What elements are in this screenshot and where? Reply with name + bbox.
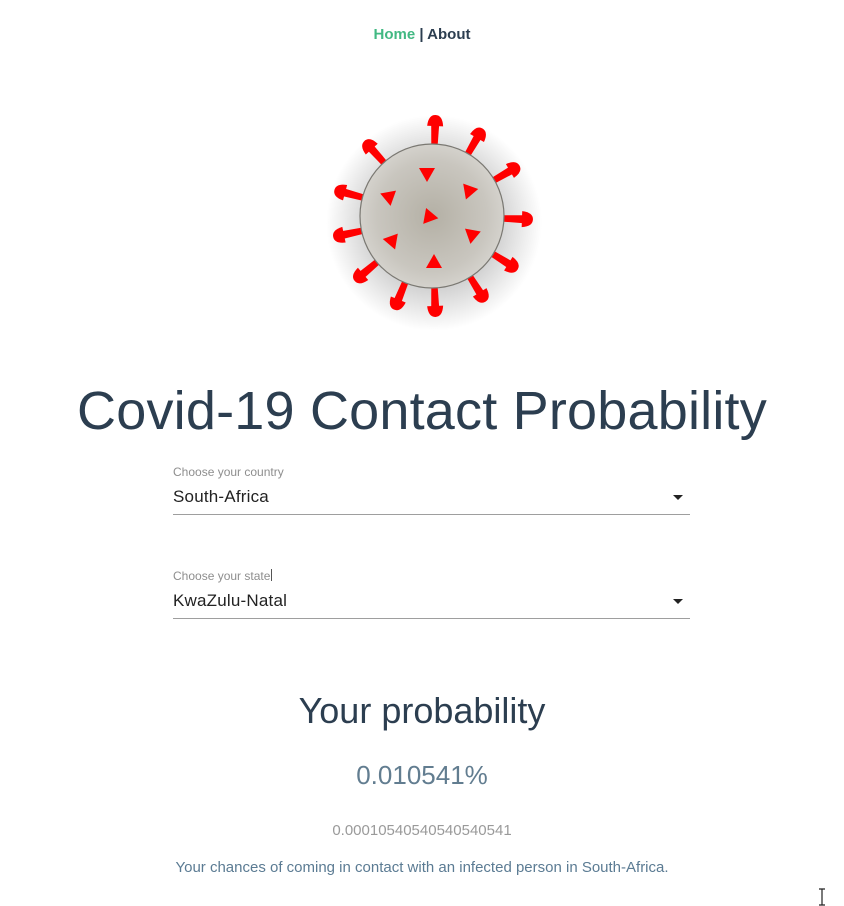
nav-separator: | — [419, 26, 424, 43]
probability-description: Your chances of coming in contact with a… — [175, 859, 669, 876]
text-cursor-icon — [819, 888, 825, 906]
nav-about-link[interactable]: About — [427, 26, 470, 43]
probability-heading: Your probability — [298, 690, 546, 731]
state-select[interactable]: Choose your state KwaZulu-Natal — [173, 569, 690, 619]
page-title: Covid-19 Contact Probability — [77, 381, 767, 441]
top-nav: Home | About — [0, 26, 844, 43]
state-select-control[interactable]: KwaZulu-Natal — [173, 584, 690, 619]
probability-percent: 0.010541% — [356, 760, 488, 790]
country-select[interactable]: Choose your country South-Africa — [173, 465, 690, 515]
country-select-label: Choose your country — [173, 465, 284, 479]
chevron-down-icon[interactable] — [673, 598, 683, 604]
state-select-label-text: Choose your state — [173, 569, 271, 583]
state-select-label: Choose your state — [173, 569, 690, 584]
text-caret — [271, 569, 273, 581]
country-select-control[interactable]: South-Africa — [173, 480, 690, 515]
virus-icon — [312, 105, 552, 335]
nav-home-link[interactable]: Home — [373, 26, 415, 43]
chevron-down-icon[interactable] — [673, 494, 683, 500]
country-select-value: South-Africa — [173, 487, 269, 506]
probability-raw-value: 0.00010540540540540541 — [332, 822, 512, 839]
state-select-value: KwaZulu-Natal — [173, 591, 288, 610]
